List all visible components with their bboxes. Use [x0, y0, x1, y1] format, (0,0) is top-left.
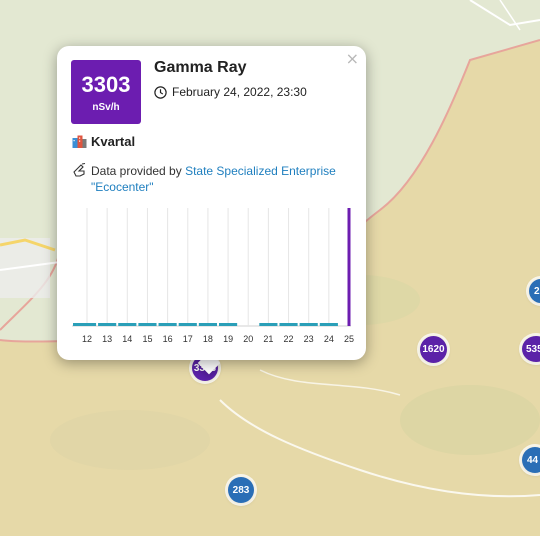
- chart-bar-spike[interactable]: [347, 208, 351, 326]
- pointing-hand-icon: [73, 163, 86, 177]
- chart-tick-label: 14: [122, 334, 132, 344]
- chart-bar[interactable]: [73, 323, 97, 326]
- chart-bar[interactable]: [299, 323, 318, 326]
- chart-tick-label: 25: [344, 334, 354, 344]
- chart-bar[interactable]: [138, 323, 157, 326]
- station-popup: × 3303 nSv/h Gamma Ray February 24, 2022…: [57, 46, 366, 360]
- chart-tick-label: 17: [183, 334, 193, 344]
- map-marker-283[interactable]: 283: [228, 477, 254, 503]
- chart-tick-label: 16: [163, 334, 173, 344]
- provider-link[interactable]: State Specialized Enterprise: [185, 164, 336, 178]
- chart-tick-label: 13: [102, 334, 112, 344]
- chart-tick-label: 18: [203, 334, 213, 344]
- date-row: February 24, 2022, 23:30: [154, 85, 307, 99]
- building-icon: [72, 135, 87, 148]
- measurement-date: February 24, 2022, 23:30: [172, 85, 307, 99]
- data-provider: Data provided by State Specialized Enter…: [72, 163, 352, 195]
- close-icon[interactable]: ×: [346, 49, 359, 69]
- chart-bar[interactable]: [219, 323, 238, 326]
- chart-bar[interactable]: [178, 323, 197, 326]
- chart-tick-label: 22: [284, 334, 294, 344]
- chart-tick-label: 23: [304, 334, 314, 344]
- dose-value: 3303: [81, 71, 131, 97]
- chart-tick-label: 15: [142, 334, 152, 344]
- location-row: Kvartal: [72, 134, 135, 149]
- provider-prefix: Data provided by: [91, 164, 186, 178]
- chart-bar[interactable]: [259, 323, 278, 326]
- chart-bar[interactable]: [98, 323, 117, 326]
- chart-bar[interactable]: [118, 323, 137, 326]
- provider-link-continued[interactable]: "Ecocenter": [72, 179, 352, 195]
- dose-value-box: 3303 nSv/h: [71, 60, 141, 124]
- chart-tick-label: 12: [82, 334, 92, 344]
- chart-tick-label: 24: [324, 334, 334, 344]
- map-marker-1620[interactable]: 1620: [420, 336, 447, 363]
- chart-bar[interactable]: [198, 323, 217, 326]
- dose-unit: nSv/h: [92, 101, 120, 113]
- chart-bar[interactable]: [319, 323, 338, 326]
- chart-tick-label: 21: [263, 334, 273, 344]
- clock-icon: [154, 85, 167, 99]
- chart-tick-label: 20: [243, 334, 253, 344]
- dose-history-chart: 12 13 14 15 16 17 18 19 20 21 22 23 24 25: [72, 208, 354, 344]
- chart-bar[interactable]: [279, 323, 298, 326]
- chart-tick-label: 19: [223, 334, 233, 344]
- chart-bar[interactable]: [158, 323, 177, 326]
- location-name: Kvartal: [91, 134, 136, 149]
- sensor-title: Gamma Ray: [154, 59, 247, 76]
